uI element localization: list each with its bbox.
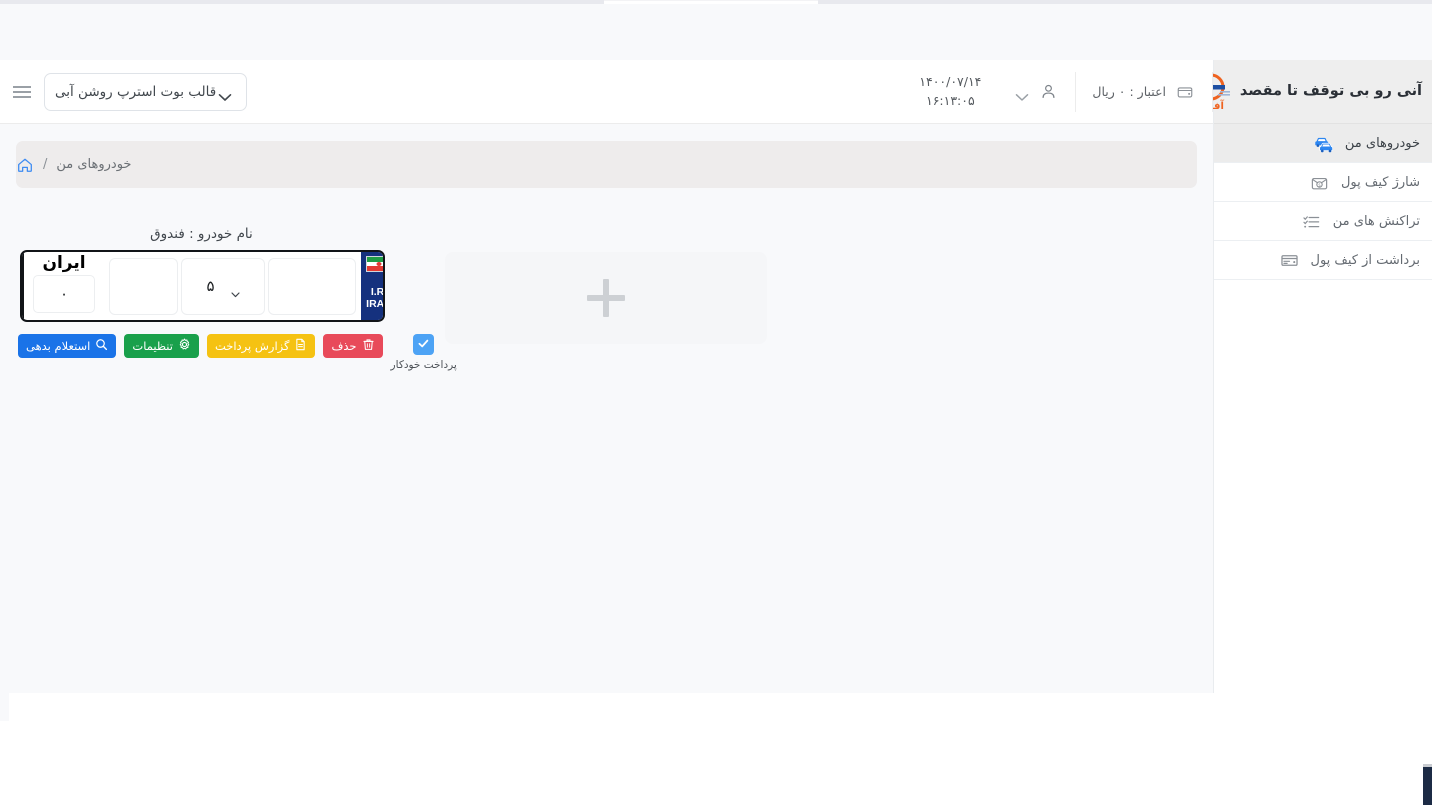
page-below-fold xyxy=(0,693,1432,805)
plate-letter-value: ۵ xyxy=(206,277,215,295)
debt-inquiry-label: استعلام بدهی xyxy=(26,339,91,353)
current-time: ۱۶:۱۳:۰۵ xyxy=(925,92,975,108)
breadcrumb-current: خودروهای من xyxy=(56,157,132,172)
datetime-block: ۱۴۰۰/۰۷/۱۴ ۱۶:۱۳:۰۵ xyxy=(903,60,997,124)
topbar: قالب بوت استرپ روشن آبی ۱۴۰۰/۰۷/۱۴ ۱۶:۱۳… xyxy=(0,60,1213,124)
settings-button[interactable]: تنظیمات xyxy=(124,334,199,358)
plate-country-text: I.R. IRAN xyxy=(366,286,385,311)
hamburger-menu-icon[interactable] xyxy=(0,60,44,124)
plate-letter-select[interactable]: ۵ xyxy=(181,257,265,315)
wallet-charge-icon: $ xyxy=(1309,171,1331,193)
current-date: ۱۴۰۰/۰۷/۱۴ xyxy=(919,74,982,90)
payment-report-button[interactable]: گزارش پرداخت xyxy=(206,334,316,358)
vehicle-actions: استعلام بدهی تنظیمات گزارش پرداخت حذف پر… xyxy=(18,334,457,371)
brand-header: آنی رو بی توقف تا مقصد آفـرو xyxy=(1197,60,1432,124)
home-icon[interactable] xyxy=(16,156,34,174)
plate-iran-input[interactable] xyxy=(33,275,95,313)
credit-block[interactable]: اعتبار : ۰ ریال xyxy=(1076,60,1212,124)
add-vehicle-card[interactable] xyxy=(445,252,767,344)
gear-icon xyxy=(178,338,191,354)
right-scroll-strip[interactable] xyxy=(1423,767,1432,805)
datetime: ۱۴۰۰/۰۷/۱۴ ۱۶:۱۳:۰۵ xyxy=(919,73,981,109)
transactions-list-icon xyxy=(1301,210,1323,232)
document-report-icon xyxy=(294,338,307,354)
plate-middle-section: ۵ xyxy=(104,252,361,320)
main-content: / خودروهای من نام خودرو : فندوق ایران ۰ … xyxy=(0,124,1213,693)
settings-label: تنظیمات xyxy=(132,339,173,353)
sidebar-item-charge-wallet[interactable]: شارژ کیف پول $ xyxy=(1214,163,1432,202)
breadcrumb: / خودروهای من xyxy=(16,141,1197,188)
iran-flag-icon xyxy=(365,256,383,272)
sidebar-item-label: تراکنش های من xyxy=(1332,213,1420,229)
vehicle-name-label: نام خودرو : فندوق xyxy=(150,226,253,242)
vehicle-card: نام خودرو : فندوق ایران ۵ xyxy=(18,226,457,371)
sidebar-item-withdraw-wallet[interactable]: برداشت از کیف پول xyxy=(1214,241,1432,280)
wallet-card-icon xyxy=(1174,81,1196,103)
breadcrumb-separator: / xyxy=(43,157,48,172)
delete-button[interactable]: حذف xyxy=(323,334,383,358)
brand-title: آنی رو بی توقف تا مقصد xyxy=(1239,82,1422,99)
user-avatar-icon xyxy=(1037,81,1059,103)
sidebar-item-label: خودروهای من xyxy=(1344,135,1420,151)
plate-country-line2: IRAN xyxy=(366,298,385,311)
topbar-divider-2 xyxy=(1212,71,1213,112)
plate-serial-input[interactable] xyxy=(268,257,356,315)
autopay-block: پرداخت خودکار xyxy=(391,334,457,371)
theme-select-value: قالب بوت استرپ روشن آبی xyxy=(55,83,217,100)
sidebar-item-my-transactions[interactable]: تراکنش های من xyxy=(1214,202,1432,241)
left-edge-sliver xyxy=(0,693,9,721)
plate-region-input[interactable] xyxy=(109,257,178,315)
debt-inquiry-button[interactable]: استعلام بدهی xyxy=(18,334,117,358)
plus-icon xyxy=(587,279,625,317)
checkmark-icon xyxy=(417,335,430,354)
user-menu[interactable] xyxy=(997,60,1075,124)
credit-text: اعتبار : ۰ ریال xyxy=(1092,84,1166,99)
plate-iran-section: ایران xyxy=(22,252,104,320)
app-viewport: آنی رو بی توقف تا مقصد آفـرو خودرو xyxy=(0,4,1432,693)
sidebar-item-label: برداشت از کیف پول xyxy=(1310,252,1420,268)
sidebar: آنی رو بی توقف تا مقصد آفـرو خودرو xyxy=(1197,60,1432,693)
autopay-label: پرداخت خودکار xyxy=(390,359,457,371)
two-cars-icon xyxy=(1313,132,1335,154)
trash-icon xyxy=(362,338,375,354)
plate-country-line1: I.R. xyxy=(370,286,385,298)
plate-iran-word: ایران xyxy=(42,253,86,273)
license-plate: ایران ۵ xyxy=(20,250,385,322)
sidebar-item-label: شارژ کیف پول xyxy=(1340,174,1420,190)
plate-country-strip: I.R. IRAN xyxy=(361,252,385,320)
search-icon xyxy=(95,338,108,354)
chevron-down-icon xyxy=(230,283,240,298)
theme-select[interactable]: قالب بوت استرپ روشن آبی xyxy=(44,72,248,111)
sidebar-item-my-vehicles[interactable]: خودروهای من xyxy=(1214,124,1432,163)
delete-label: حذف xyxy=(331,339,357,353)
chevron-down-icon xyxy=(218,87,232,101)
payment-report-label: گزارش پرداخت xyxy=(214,339,290,353)
wallet-withdraw-icon xyxy=(1279,249,1301,271)
autopay-checkbox[interactable] xyxy=(413,334,435,355)
topbar-divider xyxy=(1075,71,1077,112)
chevron-down-icon xyxy=(1015,87,1029,101)
app-root: آنی رو بی توقف تا مقصد آفـرو خودرو xyxy=(0,0,1432,805)
vehicles-row: نام خودرو : فندوق ایران ۵ xyxy=(16,226,1197,371)
